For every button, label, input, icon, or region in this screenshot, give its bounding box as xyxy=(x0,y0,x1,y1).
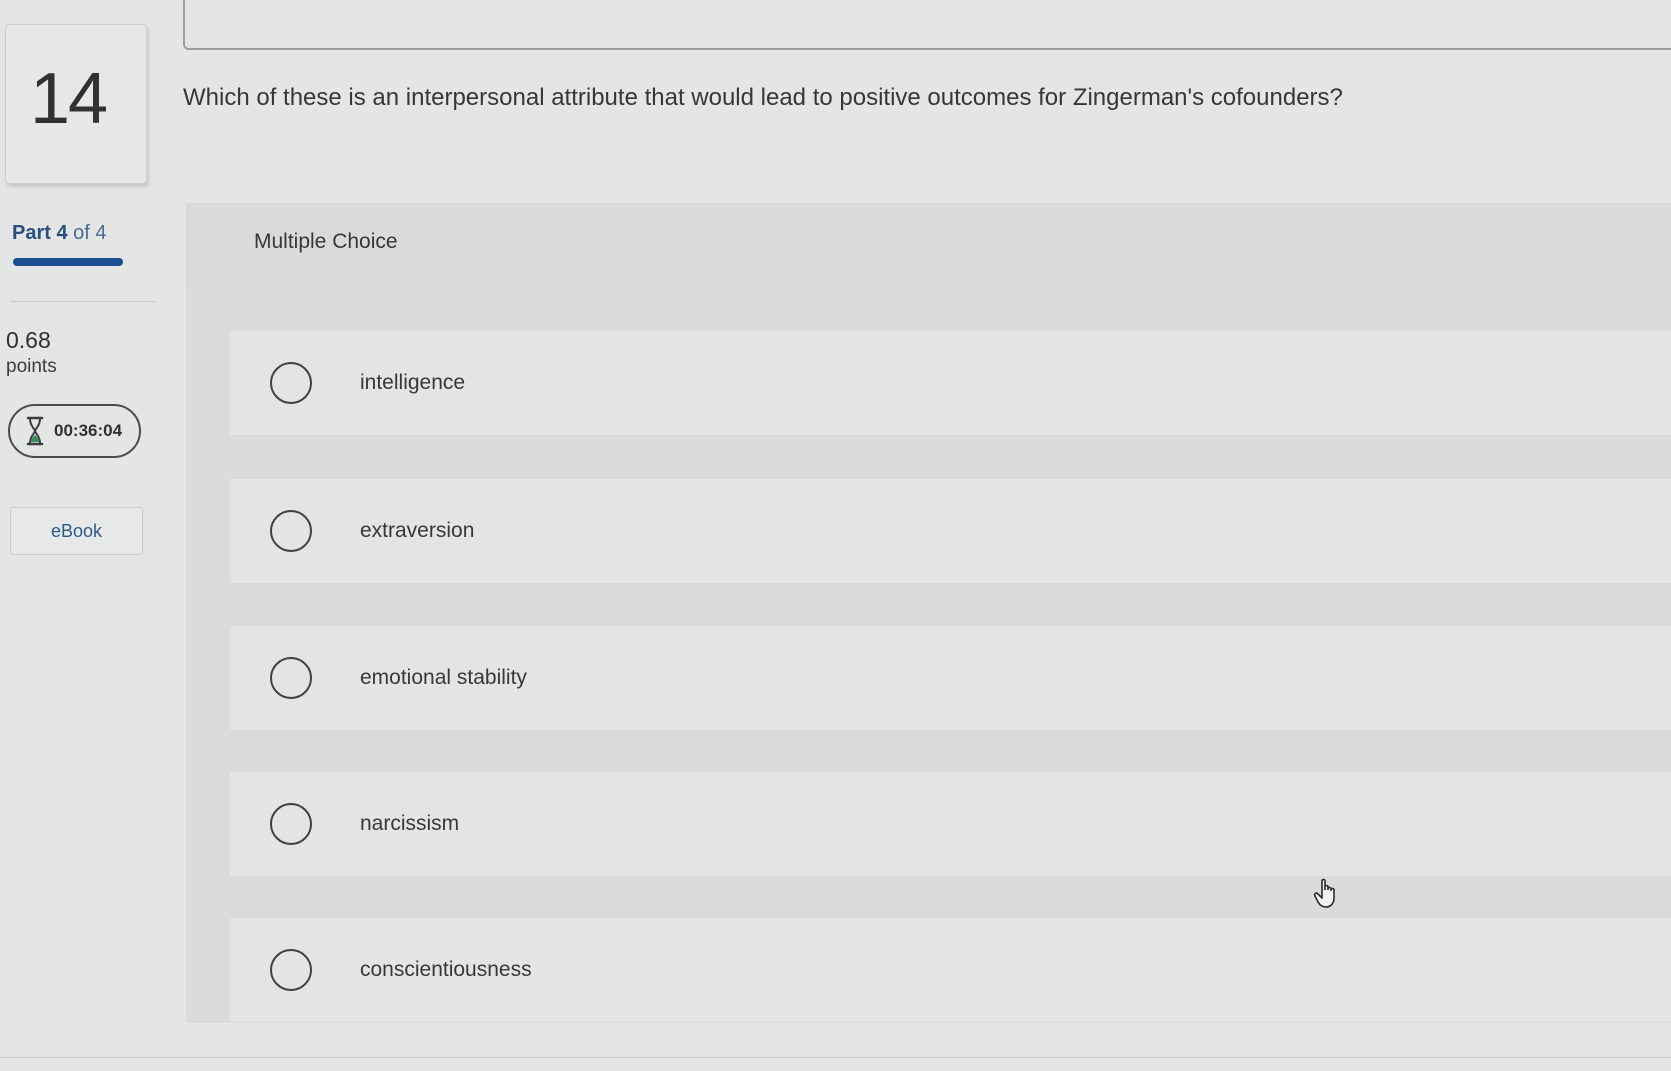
answer-option-label: narcissism xyxy=(360,812,460,835)
radio-button[interactable] xyxy=(270,803,312,845)
answer-option[interactable]: intelligence xyxy=(230,331,1671,435)
part-current: 4 xyxy=(56,222,68,244)
timer-badge: 00:36:04 xyxy=(8,404,141,458)
multiple-choice-header: Multiple Choice xyxy=(186,203,1671,285)
radio-button[interactable] xyxy=(270,362,312,404)
points-value: 0.68 xyxy=(6,327,51,353)
answer-option[interactable]: narcissism xyxy=(230,772,1671,876)
part-progress-fill xyxy=(13,258,123,266)
answer-option[interactable]: extraversion xyxy=(230,479,1671,583)
timer-text: 00:36:04 xyxy=(54,421,123,440)
ebook-button[interactable]: eBook xyxy=(10,507,143,555)
radio-button[interactable] xyxy=(270,510,312,552)
points-label: points xyxy=(6,356,57,377)
answer-option-label: extraversion xyxy=(360,519,475,542)
part-word: Part xyxy=(12,222,51,244)
part-total: of 4 xyxy=(73,222,107,244)
question-number: 14 xyxy=(30,59,108,139)
hourglass-icon xyxy=(26,416,44,446)
multiple-choice-panel: Multiple Choice intelligence extraversio… xyxy=(186,203,1671,1023)
multiple-choice-title: Multiple Choice xyxy=(254,230,398,253)
question-text: Which of these is an interpersonal attri… xyxy=(183,84,1343,111)
answer-option[interactable]: emotional stability xyxy=(230,626,1671,730)
part-indicator: Part 4 of 4 xyxy=(12,222,107,245)
hand-pointer-icon xyxy=(1313,877,1341,909)
bottom-divider xyxy=(0,1057,1671,1058)
part-progress-bar xyxy=(13,258,123,266)
radio-button[interactable] xyxy=(270,949,312,991)
answer-option-label: conscientiousness xyxy=(360,958,532,981)
sidebar-divider xyxy=(10,301,155,302)
answer-option-label: intelligence xyxy=(360,371,466,394)
answer-option[interactable]: conscientiousness xyxy=(230,918,1671,1022)
previous-question-frame xyxy=(183,0,1671,50)
answer-option-label: emotional stability xyxy=(360,666,527,689)
radio-button[interactable] xyxy=(270,657,312,699)
